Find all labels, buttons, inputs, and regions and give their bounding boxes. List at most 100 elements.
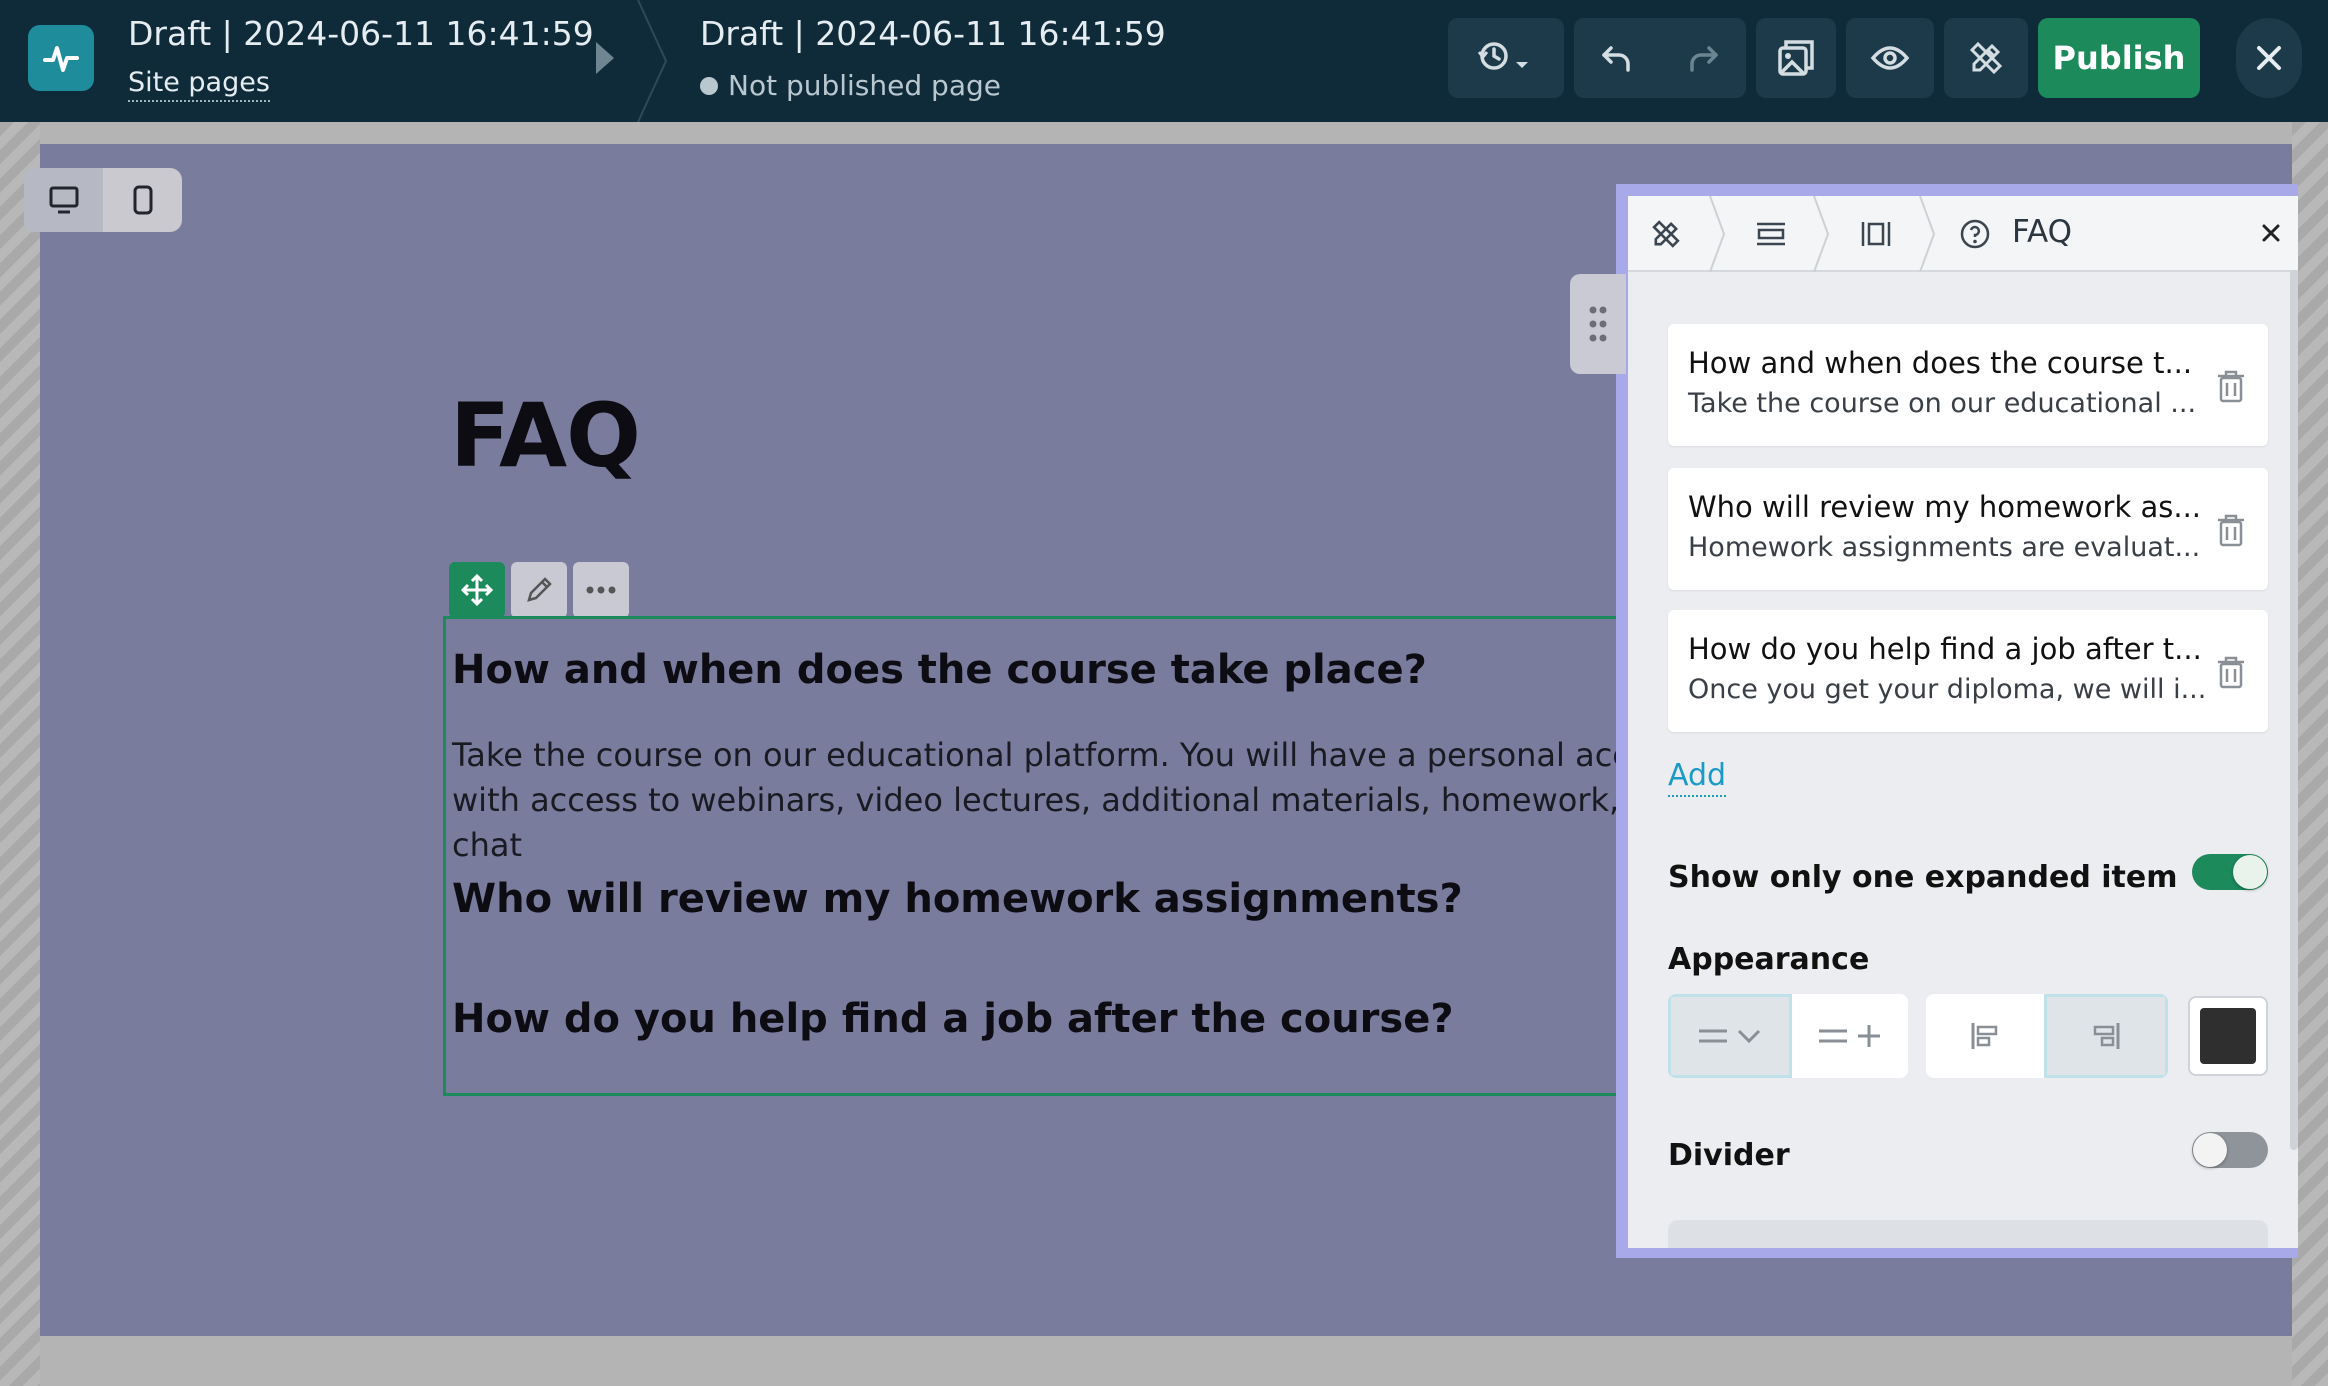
breadcrumb-separator: [1709, 196, 1726, 272]
faq-item-card[interactable]: How do you help find a job after t... On…: [1668, 610, 2268, 732]
eye-icon: [1870, 46, 1910, 70]
device-toggle: [24, 168, 182, 232]
icon-color-picker[interactable]: [2188, 996, 2268, 1076]
appearance-label: Appearance: [1668, 942, 1870, 977]
align-right-option[interactable]: [2044, 994, 2168, 1078]
color-swatch-fill: [2200, 1008, 2256, 1064]
redo-button[interactable]: [1660, 40, 1746, 76]
publish-status: Not published page: [700, 69, 1166, 102]
history-icon: [1477, 42, 1528, 70]
breadcrumb-section[interactable]: [1730, 196, 1812, 272]
breadcrumb-faq[interactable]: [1940, 196, 2010, 272]
undo-icon: [1602, 46, 1630, 72]
publish-button[interactable]: Publish: [2038, 18, 2200, 98]
site-title: Draft | 2024-06-11 16:41:59: [128, 14, 594, 53]
preview-button[interactable]: [1846, 18, 1934, 98]
faq-item-title: How do you help find a job after t...: [1688, 632, 2202, 666]
toggle-knob: [2233, 855, 2267, 889]
design-button[interactable]: [1944, 18, 2028, 98]
gallery-button[interactable]: [1756, 18, 1836, 98]
close-editor-button[interactable]: [2236, 18, 2302, 98]
faq-item-title: How and when does the course t...: [1688, 346, 2193, 380]
faq-item-subtitle: Homework assignments are evaluat...: [1688, 532, 2201, 563]
status-dot-icon: [700, 76, 718, 95]
add-item-link[interactable]: Add: [1668, 758, 1727, 797]
canvas-top-strip: [40, 122, 2292, 144]
faq-question-2[interactable]: Who will review my homework assignments?: [452, 876, 1463, 922]
align-left-icon: [1971, 1023, 1998, 1049]
close-icon: [2262, 224, 2280, 242]
icon-style-selector: [1668, 994, 1908, 1078]
canvas-margin-left: [0, 122, 40, 1386]
undo-button[interactable]: [1574, 40, 1660, 76]
faq-question-1[interactable]: How and when does the course take place?: [452, 647, 1427, 693]
expand-arrow-icon[interactable]: [596, 42, 614, 74]
breadcrumb-divider: [637, 0, 668, 122]
edit-block-button[interactable]: [511, 562, 567, 618]
trash-icon[interactable]: [2214, 654, 2248, 690]
align-right-icon: [2093, 1023, 2120, 1049]
icon-alignment-selector: [1926, 994, 2168, 1078]
faq-heading[interactable]: FAQ: [450, 384, 641, 487]
desktop-view-button[interactable]: [24, 168, 103, 232]
close-icon: [2257, 46, 2281, 70]
breadcrumb-design[interactable]: [1628, 196, 1704, 272]
faq-question-3[interactable]: How do you help find a job after the cou…: [452, 996, 1454, 1042]
desktop-icon: [49, 186, 78, 214]
block-toolbar: [449, 562, 629, 618]
settings-panel: FAQ How and when does the course t... Ta…: [1628, 196, 2298, 1248]
canvas-bottom-strip: [40, 1336, 2292, 1386]
more-icon: [586, 586, 616, 594]
column-icon: [1861, 222, 1891, 246]
trash-icon[interactable]: [2214, 368, 2248, 404]
panel-title: FAQ: [2012, 214, 2073, 250]
partially-visible-field[interactable]: [1668, 1220, 2268, 1248]
toggle-knob: [2193, 1133, 2227, 1167]
panel-drag-handle[interactable]: [1570, 274, 1626, 374]
panel-close-button[interactable]: [2254, 216, 2288, 250]
plus-style-option[interactable]: [1792, 994, 1908, 1078]
move-block-button[interactable]: [449, 562, 505, 618]
faq-item-card[interactable]: Who will review my homework as... Homewo…: [1668, 468, 2268, 590]
plus-icon: [1819, 1025, 1880, 1047]
publish-status-text: Not published page: [728, 69, 1001, 102]
pulse-logo-icon[interactable]: [28, 25, 94, 91]
undo-redo-group: [1574, 18, 1746, 98]
history-button[interactable]: [1448, 18, 1564, 98]
section-icon: [1757, 222, 1785, 246]
breadcrumb-column[interactable]: [1834, 196, 1918, 272]
show-one-expanded-toggle[interactable]: [2192, 854, 2268, 890]
show-one-expanded-label: Show only one expanded item: [1668, 860, 2178, 895]
top-bar: Draft | 2024-06-11 16:41:59 Site pages D…: [0, 0, 2328, 122]
faq-item-card[interactable]: How and when does the course t... Take t…: [1668, 324, 2268, 446]
faq-item-subtitle: Once you get your diploma, we will i...: [1688, 674, 2207, 705]
faq-answer-1: Take the course on our educational platf…: [452, 736, 1633, 864]
trash-icon[interactable]: [2214, 512, 2248, 548]
page-title: Draft | 2024-06-11 16:41:59: [700, 14, 1166, 53]
drag-handle-icon: [1589, 306, 1607, 342]
mobile-view-button[interactable]: [103, 168, 182, 232]
breadcrumb-separator: [1919, 196, 1936, 272]
site-info: Draft | 2024-06-11 16:41:59 Site pages: [128, 14, 594, 102]
pencil-icon: [527, 577, 552, 602]
panel-breadcrumb: FAQ: [1628, 196, 2298, 272]
more-options-button[interactable]: [573, 562, 629, 618]
mobile-icon: [133, 185, 152, 215]
design-tools-icon: [1652, 220, 1680, 248]
question-circle-icon: [1960, 219, 1990, 249]
breadcrumb-separator: [1813, 196, 1830, 272]
divider-label: Divider: [1668, 1138, 1790, 1173]
site-pages-link[interactable]: Site pages: [128, 67, 270, 102]
chevron-style-option[interactable]: [1668, 994, 1792, 1078]
gallery-icon: [1778, 40, 1814, 76]
chevron-down-icon: [1699, 1029, 1761, 1044]
align-left-option[interactable]: [1926, 994, 2044, 1078]
faq-item-title: Who will review my homework as...: [1688, 490, 2202, 524]
divider-toggle[interactable]: [2192, 1132, 2268, 1168]
move-icon: [460, 573, 494, 607]
page-info: Draft | 2024-06-11 16:41:59 Not publishe…: [700, 14, 1166, 102]
faq-block[interactable]: How and when does the course take place?…: [443, 616, 1633, 1096]
design-tools-icon: [1969, 41, 2003, 75]
panel-scrollbar[interactable]: [2290, 270, 2298, 1150]
faq-item-subtitle: Take the course on our educational ...: [1688, 388, 2197, 419]
